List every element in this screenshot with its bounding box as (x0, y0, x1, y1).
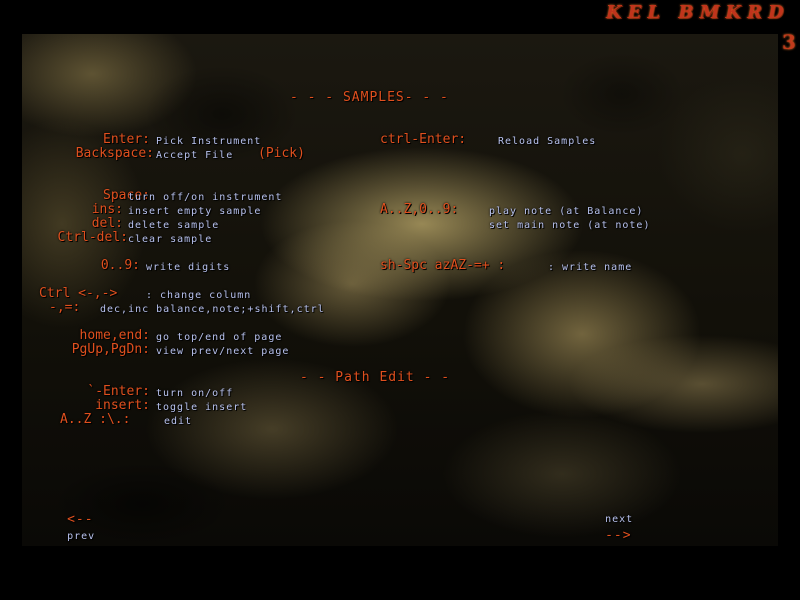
key-backspace: Backspace: (75, 146, 154, 161)
prev-arrow-icon: <-- (67, 512, 94, 527)
app-logo: KEL BMKRD (606, 2, 790, 23)
prev-link[interactable]: <-- prev (39, 496, 95, 546)
key-pgup-pgdn: PgUp,PgDn: (71, 342, 150, 357)
desc-digits: write digits (146, 262, 231, 273)
desc-edit: edit (164, 416, 193, 427)
samples-header: - - - SAMPLES- - - (290, 90, 449, 105)
desc-pgup-pgdn: view prev/next page (156, 346, 290, 357)
page-number: 3 (782, 30, 796, 54)
key-ctrl-enter: ctrl-Enter: (380, 132, 467, 147)
desc-balance-note: dec,inc balance,note;+shift,ctrl (100, 304, 325, 315)
prev-label: prev (67, 531, 96, 542)
desc-backspace: Accept File (156, 150, 234, 161)
key-digits: 0..9: (100, 258, 140, 273)
key-path-edit: A..Z :\.: (60, 412, 131, 427)
key-ctrl-del: Ctrl-del: (57, 230, 128, 245)
desc-backspace-extra: (Pick) (258, 146, 305, 161)
desc-ctrl-enter: Reload Samples (498, 136, 597, 147)
next-arrow-icon: --> (605, 528, 632, 543)
desc-ctrl-del: clear sample (128, 234, 213, 245)
key-az-09: A..Z,0..9: (380, 202, 459, 217)
next-link[interactable]: next --> (577, 496, 633, 546)
path-edit-header: - - Path Edit - - (300, 370, 451, 385)
desc-write-name: : write name (548, 262, 633, 273)
cloud-backdrop (22, 34, 778, 546)
next-label: next (605, 514, 634, 525)
key-minus-equal: -,=: (49, 300, 81, 315)
help-panel: - - - SAMPLES- - - Enter: Pick Instrumen… (22, 34, 778, 546)
desc-set-main-note: set main note (at note) (489, 220, 651, 231)
key-sh-spc: sh-Spc azAZ-=+ : (380, 258, 506, 273)
